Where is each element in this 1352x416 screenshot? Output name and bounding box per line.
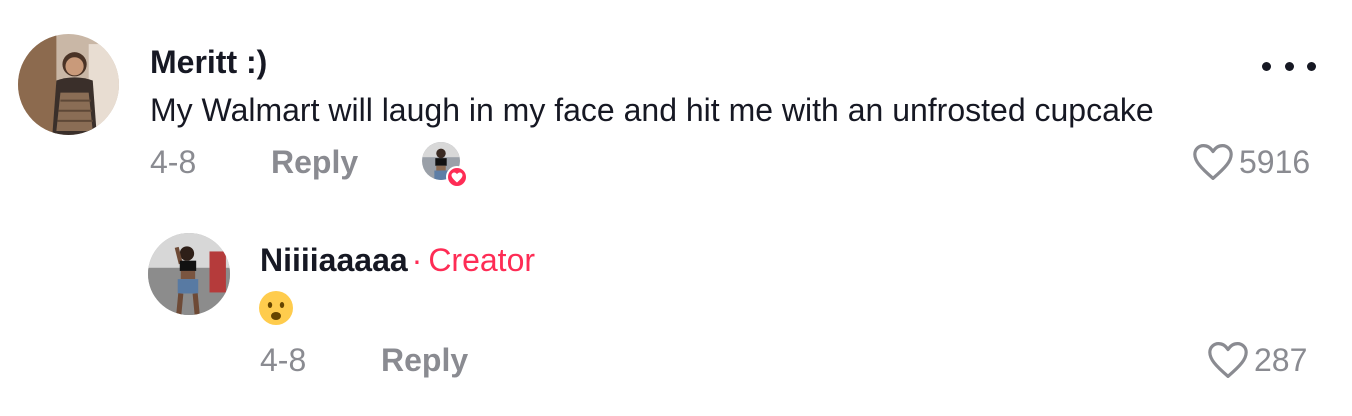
separator: · — [411, 242, 423, 278]
more-dot — [1307, 61, 1316, 71]
reply-button[interactable]: Reply — [271, 146, 358, 178]
heart-icon — [1193, 144, 1233, 180]
comment-author[interactable]: Meritt :) — [150, 46, 267, 78]
creator-badge: Creator — [428, 242, 536, 278]
like-count: 5916 — [1239, 144, 1311, 180]
liked-by-creator-indicator — [422, 142, 470, 190]
author-name[interactable]: Niiiiaaaaa — [260, 242, 408, 278]
avatar[interactable] — [18, 34, 119, 135]
more-horizontal-icon — [1262, 61, 1271, 71]
comment-thread: Meritt :) My Walmart will laugh in my fa… — [0, 0, 1352, 416]
author-name[interactable]: Meritt :) — [150, 44, 267, 80]
more-dot — [1284, 61, 1294, 71]
comment-date: 4-8 — [150, 144, 197, 180]
comment-date: 4-8 — [260, 342, 307, 378]
comment-author[interactable]: Niiiiaaaaa · Creator — [260, 244, 535, 276]
heart-badge-icon — [446, 166, 468, 188]
like-button[interactable]: 287 — [1206, 340, 1307, 380]
frowning-face-emoji — [258, 290, 294, 326]
more-options-button[interactable] — [1262, 54, 1316, 78]
reply-button[interactable]: Reply — [381, 344, 468, 376]
heart-icon — [1208, 342, 1248, 378]
avatar[interactable] — [148, 233, 230, 315]
comment-text: My Walmart will laugh in my face and hit… — [150, 92, 1154, 128]
like-count: 287 — [1254, 342, 1308, 378]
like-button[interactable]: 5916 — [1191, 142, 1310, 182]
